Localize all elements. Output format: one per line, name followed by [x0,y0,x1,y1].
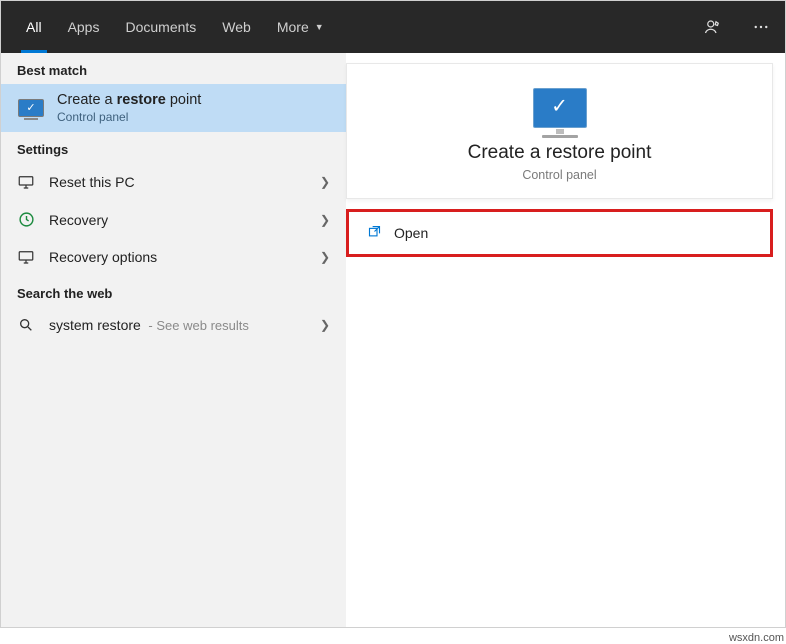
preview-card: ✓ Create a restore point Control panel [346,63,773,199]
system-properties-icon: ✓ [17,96,45,120]
tab-all[interactable]: All [13,1,55,53]
search-tabs-bar: All Apps Documents Web More ▼ [1,1,785,53]
preview-subtitle: Control panel [357,168,762,182]
section-settings: Settings [1,132,346,163]
chevron-right-icon: ❯ [320,318,330,332]
preview-app-icon: ✓ [357,88,762,128]
chevron-right-icon: ❯ [320,213,330,227]
settings-item-reset-pc[interactable]: Reset this PC ❯ [1,163,346,201]
open-action[interactable]: Open [346,209,773,257]
settings-item-label: Reset this PC [49,174,306,190]
watermark: wsxdn.com [729,632,784,644]
preview-title: Create a restore point [357,142,762,164]
chevron-right-icon: ❯ [320,175,330,189]
chevron-down-icon: ▼ [315,22,324,32]
chevron-right-icon: ❯ [320,250,330,264]
tab-documents[interactable]: Documents [112,1,209,53]
search-icon [17,317,35,333]
web-search-label: system restore - See web results [49,317,306,333]
results-panel: Best match ✓ Create a restore point Cont… [1,53,346,627]
best-match-title: Create a restore point [57,92,201,108]
tab-label: More [277,19,309,35]
web-search-item[interactable]: system restore - See web results ❯ [1,307,346,343]
recovery-options-icon [17,248,35,266]
settings-item-recovery-options[interactable]: Recovery options ❯ [1,238,346,276]
tab-more[interactable]: More ▼ [264,1,337,53]
feedback-icon[interactable] [697,11,729,43]
tab-label: All [26,19,42,35]
best-match-subtitle: Control panel [57,110,201,124]
best-match-result[interactable]: ✓ Create a restore point Control panel [1,84,346,132]
open-icon [367,224,382,242]
settings-item-label: Recovery options [49,249,306,265]
tab-label: Apps [68,19,100,35]
recovery-icon [17,211,35,228]
action-label: Open [394,225,428,241]
reset-pc-icon [17,173,35,191]
tab-label: Web [222,19,251,35]
tab-web[interactable]: Web [209,1,264,53]
section-search-web: Search the web [1,276,346,307]
tab-apps[interactable]: Apps [55,1,113,53]
more-options-icon[interactable] [745,11,777,43]
settings-item-label: Recovery [49,212,306,228]
settings-item-recovery[interactable]: Recovery ❯ [1,201,346,238]
preview-panel: ✓ Create a restore point Control panel O… [346,53,785,627]
tab-label: Documents [125,19,196,35]
section-best-match: Best match [1,53,346,84]
